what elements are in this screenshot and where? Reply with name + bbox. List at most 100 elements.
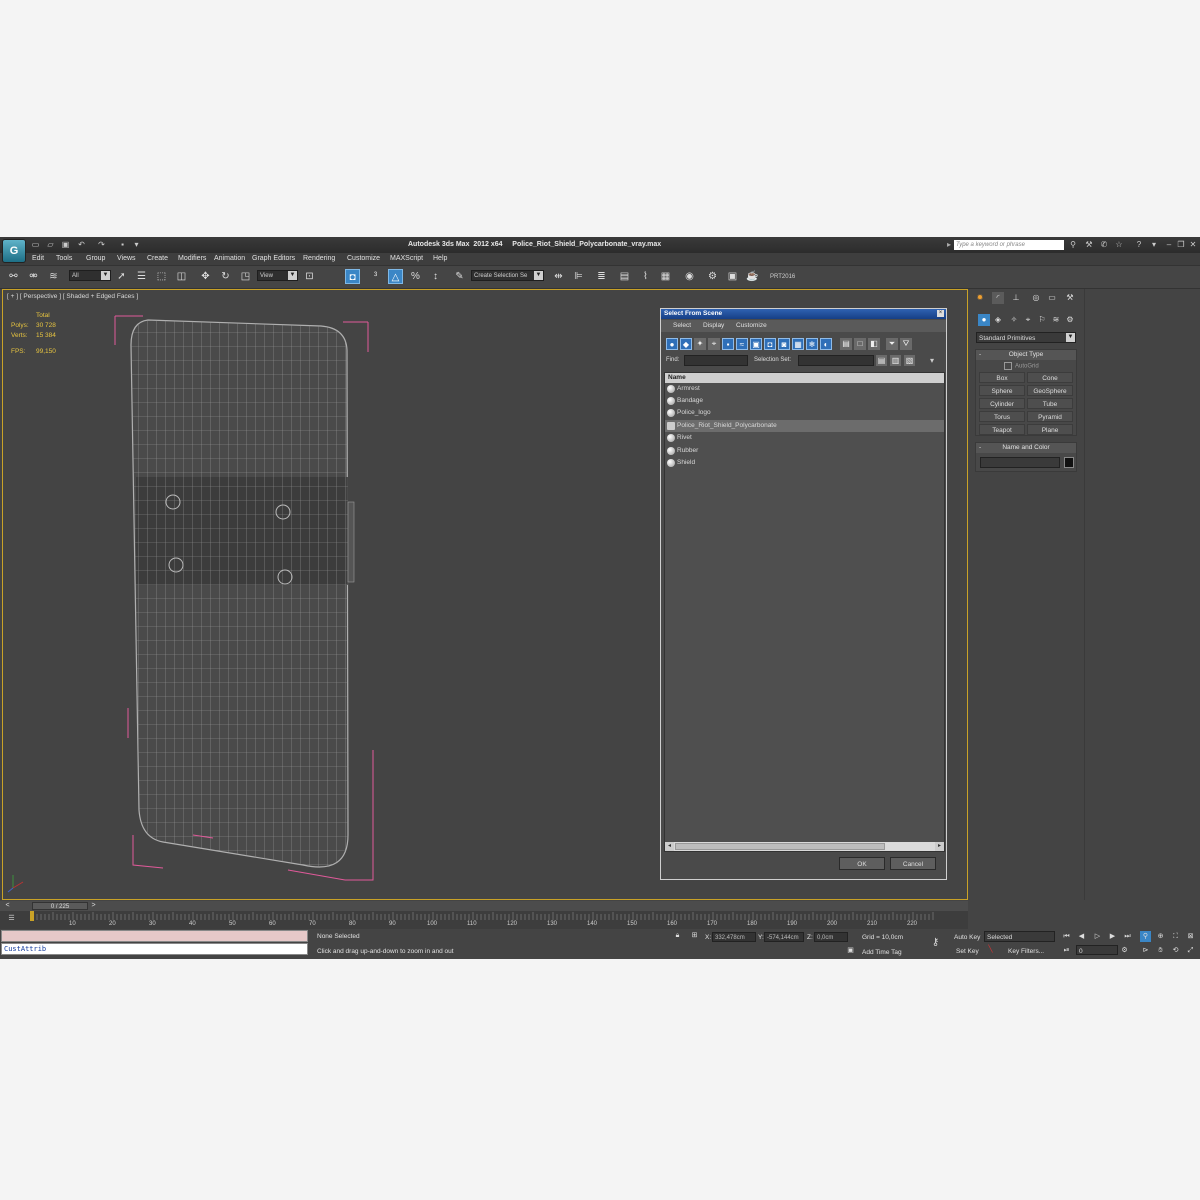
display-invert-icon[interactable]: ◧ [868,338,880,350]
previous-key-icon[interactable]: ◀ [1076,931,1087,942]
key-filters-button[interactable]: Key Filters... [1008,948,1044,955]
layer-manager-icon[interactable]: ≣ [594,269,609,284]
name-and-color-header[interactable]: - Name and Color [976,443,1076,453]
selection-set-dropdown[interactable] [798,355,874,366]
spinner-snap-icon[interactable]: ↕ [428,269,443,284]
graphite-ribbon-icon[interactable]: ▤ [617,269,632,284]
list-item[interactable]: Bandage [665,395,944,407]
go-to-end-icon[interactable]: ⏭ [1122,931,1133,942]
menu-animation[interactable]: Animation [214,255,245,262]
plugin-label[interactable]: PRT2016 [770,274,795,280]
material-editor-icon[interactable]: ◉ [682,269,697,284]
app-logo-icon[interactable]: G [2,239,26,263]
create-tab-icon[interactable]: ✹ [974,292,986,304]
zoom-icon[interactable]: ⚲ [1140,931,1151,942]
select-manipulate-icon[interactable]: ◘ [345,269,360,284]
maximize-viewport-icon[interactable]: ⤢ [1185,945,1196,956]
next-frame-icon[interactable]: > [88,900,99,911]
select-dependents-icon[interactable]: ▥ [890,355,901,366]
project-folder-icon[interactable]: ▪ [118,240,127,249]
dialog-menu-customize[interactable]: Customize [736,322,767,329]
menu-tools[interactable]: Tools [56,255,72,262]
rendered-frame-window-icon[interactable]: ▣ [725,269,740,284]
menu-graph-editors[interactable]: Graph Editors [252,255,295,262]
display-xrefs-icon[interactable]: ◘ [764,338,776,350]
save-file-icon[interactable]: ▣ [61,240,70,249]
object-type-header[interactable]: - Object Type [976,350,1076,360]
filter-options-icon[interactable]: ⛛ [900,338,912,350]
lights-icon[interactable]: ✧ [1008,314,1020,326]
zoom-extents-icon[interactable]: ⛶ [1170,931,1181,942]
move-icon[interactable]: ✥ [198,269,213,284]
sphere-button[interactable]: Sphere [979,385,1025,396]
menu-customize[interactable]: Customize [347,255,380,262]
display-groups-icon[interactable]: ▣ [750,338,762,350]
cameras-icon[interactable]: ⌖ [1022,314,1034,326]
rectangular-selection-icon[interactable]: ⬚ [154,269,169,284]
hierarchy-tab-icon[interactable]: ⊥ [1010,292,1022,304]
mirror-icon[interactable]: ⇹ [551,269,566,284]
display-lights-icon[interactable]: ✦ [694,338,706,350]
rotate-icon[interactable]: ↻ [218,269,233,284]
filter-icon[interactable]: ⏷ [886,338,898,350]
helpers-icon[interactable]: ⚐ [1036,314,1048,326]
dialog-menu-display[interactable]: Display [703,322,724,329]
menu-create[interactable]: Create [147,255,168,262]
modify-tab-icon[interactable]: ◜ [992,292,1004,304]
go-to-start-icon[interactable]: ⏮ [1061,931,1072,942]
menu-views[interactable]: Views [117,255,136,262]
schematic-view-icon[interactable]: ▦ [658,269,673,284]
systems-icon[interactable]: ⚙ [1064,314,1076,326]
display-bones-icon[interactable]: ◙ [778,338,790,350]
undo-icon[interactable]: ↶ [77,240,86,249]
y-coordinate-field[interactable]: -574,144cm [764,932,804,942]
close-icon[interactable]: ✕ [1188,240,1198,250]
angle-snap-icon[interactable]: △ [388,269,403,284]
close-icon[interactable]: × [937,310,944,317]
search-input[interactable]: Type a keyword or phrase [954,240,1064,250]
scroll-left-icon[interactable]: ◂ [665,842,674,851]
box-button[interactable]: Box [979,372,1025,383]
time-slider[interactable]: 0 / 225 [32,902,88,910]
display-none-icon[interactable]: □ [854,338,866,350]
quick-access-dropdown-icon[interactable]: ▾ [132,240,141,249]
menu-group[interactable]: Group [86,255,105,262]
teapot-button[interactable]: Teapot [979,424,1025,435]
list-item[interactable]: Rubber [665,445,944,457]
scrollbar-thumb[interactable] [675,843,885,850]
cancel-button[interactable]: Cancel [890,857,936,870]
motion-tab-icon[interactable]: ◎ [1030,292,1042,304]
play-icon[interactable]: ▷ [1092,931,1103,942]
object-name-input[interactable] [980,457,1060,468]
search-expand-icon[interactable]: ▸ [944,240,954,250]
favorites-star-icon[interactable]: ☆ [1114,240,1124,250]
select-by-name-icon[interactable]: ☰ [134,269,149,284]
restore-icon[interactable]: ❐ [1176,240,1186,250]
lock-icon[interactable]: 🔒︎ [672,930,683,941]
snaps-toggle-icon[interactable]: ³ [368,269,383,284]
mini-curve-editor-icon[interactable]: ☰ [6,913,17,924]
utilities-tab-icon[interactable]: ⚒ [1064,292,1076,304]
display-shapes-icon[interactable]: ◆ [680,338,692,350]
display-hidden-icon[interactable]: ◐ [820,338,832,350]
tube-button[interactable]: Tube [1027,398,1073,409]
select-object-icon[interactable]: ➚ [114,269,129,284]
menu-edit[interactable]: Edit [32,255,44,262]
chevron-down-icon[interactable]: ▾ [926,355,938,367]
pyramid-button[interactable]: Pyramid [1027,411,1073,422]
column-header-name[interactable]: Name [665,373,944,383]
open-file-icon[interactable]: ▱ [46,240,55,249]
dialog-menu-select[interactable]: Select [673,322,691,329]
object-color-swatch[interactable] [1064,457,1074,468]
geosphere-button[interactable]: GeoSphere [1027,385,1073,396]
list-item[interactable]: Police_logo [665,407,944,419]
time-configuration-icon[interactable]: ⚙ [1119,945,1130,956]
field-of-view-icon[interactable]: ⊳ [1140,945,1151,956]
menu-maxscript[interactable]: MAXScript [390,255,423,262]
ok-button[interactable]: OK [839,857,885,870]
display-frozen-icon[interactable]: ❄ [806,338,818,350]
horizontal-scrollbar[interactable]: ◂ ▸ [665,842,944,851]
bind-space-warp-icon[interactable]: ≋ [46,269,61,284]
menu-help[interactable]: Help [433,255,447,262]
display-geometry-icon[interactable]: ● [666,338,678,350]
